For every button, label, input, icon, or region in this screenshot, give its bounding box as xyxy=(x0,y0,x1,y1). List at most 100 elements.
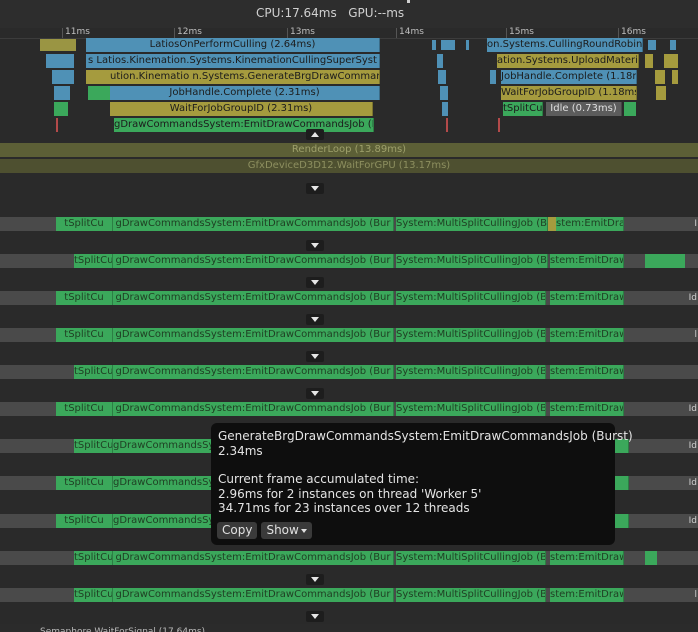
split-culling-bar[interactable]: tSplitCu xyxy=(56,476,113,490)
sample-block[interactable] xyxy=(615,514,629,528)
split-culling-small-bar[interactable]: tSplitCul xyxy=(503,102,543,116)
upload-materials-bar[interactable]: ation.Systems.UploadMateria xyxy=(497,54,639,68)
multisplit-culling-bar[interactable]: System:MultiSplitCullingJob (Bur xyxy=(396,365,546,379)
split-culling-bar[interactable]: tSplitCu xyxy=(56,291,113,305)
marker-line xyxy=(56,118,58,132)
gfx-wait-bar[interactable]: GfxDeviceD3D12.WaitForGPU (13.17ms) xyxy=(0,159,698,173)
ruler-tick: 15ms xyxy=(506,28,534,38)
emit-draw-commands-bar[interactable]: gDrawCommandsSystem:EmitDrawCommandsJob … xyxy=(114,118,374,132)
multisplit-culling-bar[interactable]: System:MultiSplitCullingJob (Bur xyxy=(396,402,546,416)
collapse-thread-button[interactable] xyxy=(306,129,324,140)
emit-draw-right-bar[interactable]: stem:EmitDraw xyxy=(550,291,624,305)
tooltip-thread-line: 2.96ms for 2 instances on thread 'Worker… xyxy=(218,486,482,501)
emit-draw-commands-bar[interactable]: gDrawCommandsSystem:EmitDrawCommandsJob … xyxy=(113,551,394,565)
emit-draw-commands-bar[interactable]: gDrawCommandsSystem:EmitDrawCommandsJob … xyxy=(113,291,394,305)
expand-thread-button[interactable] xyxy=(306,183,324,194)
emit-draw-commands-bar[interactable]: gDrawCommandsSystem:EmitDrawCommandsJob … xyxy=(113,254,394,268)
split-culling-bar[interactable]: tSplitCu xyxy=(56,217,113,231)
emit-draw-commands-bar[interactable]: gDrawCommandsSystem:EmitDrawCommandsJob … xyxy=(113,328,394,342)
multisplit-culling-bar[interactable]: System:MultiSplitCullingJob (Bur xyxy=(396,551,546,565)
jobhandle-complete-right-bar[interactable]: JobHandle.Complete (1.18ms xyxy=(501,70,637,84)
idle-label: l xyxy=(694,330,697,340)
sample-block[interactable] xyxy=(490,70,496,84)
split-culling-bar[interactable]: tSplitCu xyxy=(56,514,113,528)
sample-block[interactable] xyxy=(88,86,110,100)
emit-draw-right-bar[interactable]: stem:EmitDraw xyxy=(550,588,624,602)
sample-block[interactable] xyxy=(624,102,636,116)
sample-block[interactable] xyxy=(645,254,685,268)
waitforjob-bar[interactable]: WaitForJobGroupID (2.31ms) xyxy=(110,102,373,116)
emit-draw-commands-bar[interactable]: gDrawCommandsSystem:EmitDrawCommandsJob … xyxy=(113,476,213,490)
worker-thread-row: tSplitCu gDrawCommandsSystem:EmitDrawCom… xyxy=(0,551,698,565)
emit-draw-commands-bar[interactable]: gDrawCommandsSystem:EmitDrawCommandsJob … xyxy=(113,588,394,602)
expand-thread-button[interactable] xyxy=(306,351,324,362)
sample-block[interactable] xyxy=(656,86,666,100)
expand-thread-button[interactable] xyxy=(306,314,324,325)
tooltip-title: GenerateBrgDrawCommandsSystem:EmitDrawCo… xyxy=(218,429,633,443)
expand-thread-button[interactable] xyxy=(306,611,324,622)
sample-block[interactable] xyxy=(40,39,76,51)
show-dropdown-button[interactable]: Show xyxy=(261,522,312,539)
emit-draw-right-bar[interactable]: stem:EmitDraw xyxy=(550,551,624,565)
multisplit-culling-bar[interactable]: System:MultiSplitCullingJob (Bur xyxy=(396,328,546,342)
emit-draw-commands-bar[interactable]: gDrawCommandsSystem:EmitDrawCommandsJob … xyxy=(113,514,213,528)
worker-thread-row: tSplitCu gDrawCommandsSystem:EmitDrawCom… xyxy=(0,365,698,379)
sample-block[interactable] xyxy=(441,40,455,50)
render-loop-bar[interactable]: RenderLoop (13.89ms) xyxy=(0,143,698,157)
emit-draw-commands-bar[interactable]: gDrawCommandsSystem:EmitDrawCommandsJob … xyxy=(113,402,394,416)
culling-roundrobin-bar[interactable]: on.Systems.CullingRoundRobinD xyxy=(487,38,643,52)
expand-thread-button[interactable] xyxy=(306,574,324,585)
sample-block[interactable] xyxy=(664,54,678,68)
tooltip-total-line: 34.71ms for 23 instances over 12 threads xyxy=(218,501,470,515)
kinemation-culling-bar[interactable]: s Latios.Kinemation.Systems.KinemationCu… xyxy=(86,54,380,68)
multisplit-culling-bar[interactable]: System:MultiSplitCullingJob (Bur xyxy=(396,291,546,305)
sample-block[interactable] xyxy=(615,476,629,490)
jobhandle-complete-bar[interactable]: JobHandle.Complete (2.31ms) xyxy=(110,86,380,100)
sample-block[interactable] xyxy=(670,40,676,50)
sample-block[interactable] xyxy=(54,102,68,116)
sample-block[interactable] xyxy=(672,70,678,84)
sample-block[interactable] xyxy=(437,54,443,68)
multisplit-culling-bar[interactable]: System:MultiSplitCullingJob (Bur xyxy=(396,588,546,602)
emit-draw-right-bar[interactable]: stem:EmitDraw xyxy=(550,254,624,268)
sample-block[interactable] xyxy=(442,102,448,116)
sample-block[interactable] xyxy=(440,86,448,100)
sample-block[interactable] xyxy=(438,70,446,84)
sample-block[interactable] xyxy=(655,70,665,84)
split-culling-bar[interactable]: tSplitCu xyxy=(74,365,113,379)
sample-block[interactable] xyxy=(645,551,657,565)
sample-block[interactable] xyxy=(86,70,110,84)
split-culling-bar[interactable]: tSplitCu xyxy=(56,328,113,342)
sample-block[interactable] xyxy=(432,40,436,50)
sample-block[interactable] xyxy=(54,86,70,100)
sample-block[interactable] xyxy=(645,54,653,68)
emit-draw-commands-bar[interactable]: gDrawCommandsSystem:EmitDrawCommandsJob … xyxy=(113,217,394,231)
emit-draw-right-bar[interactable]: stem:EmitDraw xyxy=(550,402,624,416)
multisplit-culling-bar[interactable]: System:MultiSplitCullingJob (Bur xyxy=(396,217,548,231)
split-culling-bar[interactable]: tSplitCu xyxy=(74,254,113,268)
ruler-tick: 14ms xyxy=(396,28,424,38)
split-culling-bar[interactable]: tSplitCu xyxy=(56,402,113,416)
timeline-scroll-handle[interactable] xyxy=(407,0,410,3)
generate-brg-bar[interactable]: ution.Kinematio n.Systems.GenerateBrgDra… xyxy=(110,70,380,84)
expand-thread-button[interactable] xyxy=(306,240,324,251)
culling-bar[interactable]: LatiosOnPerformCulling (2.64ms) xyxy=(86,38,380,52)
waitforjob-right-bar[interactable]: WaitForJobGroupID (1.18ms xyxy=(501,86,637,100)
sample-block[interactable] xyxy=(52,70,74,84)
emit-draw-right-bar[interactable]: stem:EmitDraw xyxy=(550,365,624,379)
split-culling-bar[interactable]: tSplitCu xyxy=(74,588,113,602)
emit-draw-right-bar[interactable]: stem:EmitDraw xyxy=(556,217,624,231)
sample-block[interactable] xyxy=(648,40,656,50)
sample-block[interactable] xyxy=(466,40,469,50)
emit-draw-right-bar[interactable]: stem:EmitDraw xyxy=(550,328,624,342)
split-culling-bar[interactable]: tSplitCu xyxy=(74,551,113,565)
emit-draw-commands-bar[interactable]: gDrawCommandsSystem:EmitDrawCommandsJob … xyxy=(113,365,394,379)
split-culling-bar[interactable]: tSplitCu xyxy=(74,439,113,453)
copy-button[interactable]: Copy xyxy=(217,522,258,539)
idle-bar[interactable]: Idle (0.73ms) xyxy=(546,102,622,116)
expand-thread-button[interactable] xyxy=(306,277,324,288)
sample-block[interactable] xyxy=(46,54,74,68)
expand-thread-button[interactable] xyxy=(306,388,324,399)
emit-draw-commands-bar[interactable]: gDrawCommandsSystem:EmitDrawCommandsJob … xyxy=(113,439,213,453)
multisplit-culling-bar[interactable]: System:MultiSplitCullingJob (Bur xyxy=(396,254,548,268)
